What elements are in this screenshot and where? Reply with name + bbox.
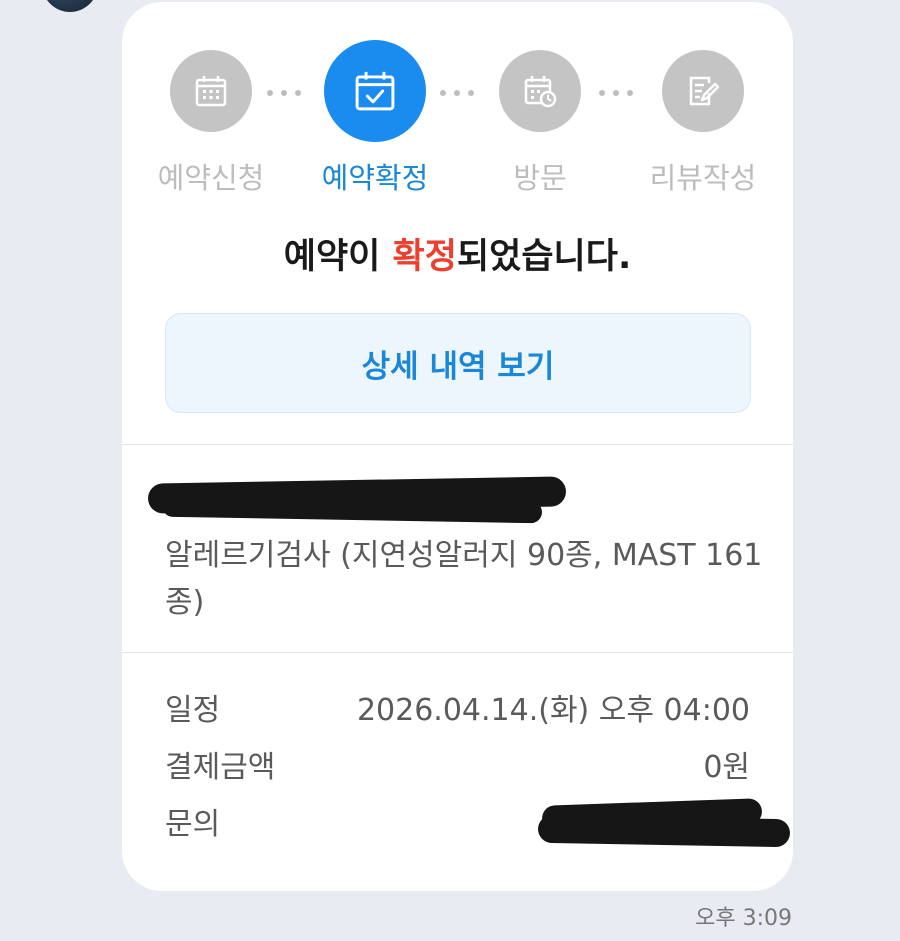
payment-label: 결제금액 bbox=[165, 750, 276, 785]
schedule-label: 일정 bbox=[165, 693, 221, 728]
step-label-confirm: 예약확정 bbox=[321, 161, 429, 195]
headline-text-end: 되었습니다. bbox=[456, 237, 632, 277]
reservation-card: 예약신청 예약확정 방문 리뷰작성 예약이 확정되었습니다. 상세 내역 보기 … bbox=[122, 2, 793, 891]
step-confirm-icon-circle bbox=[324, 40, 426, 142]
message-timestamp: 오후 3:09 bbox=[695, 906, 792, 931]
step-review-icon-circle bbox=[662, 50, 744, 132]
step-label-review: 리뷰작성 bbox=[649, 161, 757, 195]
headline-accent: 확정 bbox=[392, 237, 457, 277]
calendar-check-icon bbox=[352, 68, 398, 114]
avatar[interactable] bbox=[42, 0, 98, 12]
calendar-clock-icon bbox=[522, 73, 558, 109]
schedule-value: 2026.04.14.(화) 오후 04:00 bbox=[356, 693, 750, 728]
step-visit-icon-circle bbox=[499, 50, 581, 132]
confirmation-headline: 예약이 확정되었습니다. bbox=[122, 232, 793, 282]
view-details-button[interactable]: 상세 내역 보기 bbox=[165, 313, 751, 413]
divider bbox=[122, 652, 793, 653]
step-connector bbox=[440, 90, 474, 96]
step-connector bbox=[599, 90, 633, 96]
headline-text: 예약이 bbox=[283, 237, 393, 277]
step-label-visit: 방문 bbox=[513, 161, 567, 195]
step-request-icon-circle bbox=[170, 50, 252, 132]
service-name: 알레르기검사 (지연성알러지 90종, MAST 161종) bbox=[165, 538, 763, 620]
step-connector bbox=[267, 90, 301, 96]
calendar-grid-icon bbox=[193, 73, 229, 109]
payment-value: 0원 bbox=[703, 750, 750, 785]
divider bbox=[122, 444, 793, 445]
step-label-request: 예약신청 bbox=[157, 161, 265, 195]
document-pen-icon bbox=[685, 73, 721, 109]
inquiry-label: 문의 bbox=[165, 807, 221, 842]
redacted-inquiry-contact-stroke bbox=[537, 814, 791, 848]
